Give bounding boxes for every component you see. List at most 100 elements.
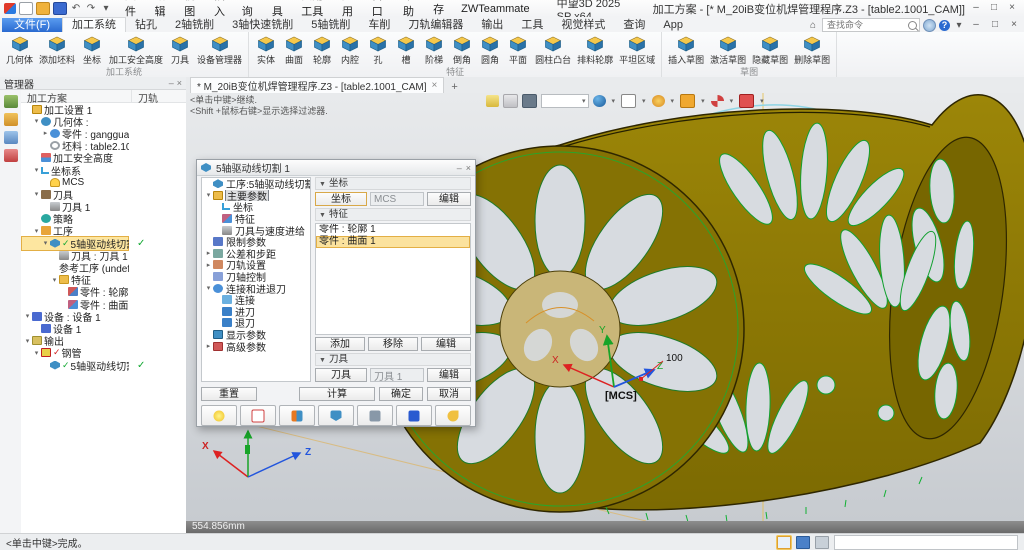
panel-toggle-icon[interactable]: [815, 536, 829, 549]
ribbon-button[interactable]: 添加坯料: [36, 34, 78, 67]
ribbon-button[interactable]: 加工安全高度: [106, 34, 166, 67]
ribbon-tab[interactable]: 查询: [614, 18, 654, 32]
display-mode-icon[interactable]: [796, 536, 810, 549]
ribbon-tab[interactable]: 2轴铣削: [166, 18, 223, 32]
view-dropdown-icon[interactable]: ▾: [640, 97, 648, 105]
ribbon-tab[interactable]: 钻孔: [126, 18, 166, 32]
ribbon-button[interactable]: 轮廓: [308, 34, 336, 67]
ui-toggle-icon[interactable]: [777, 536, 791, 549]
new-file-icon[interactable]: [19, 2, 33, 15]
ribbon-button[interactable]: 阶梯: [420, 34, 448, 67]
shade-dropdown-icon[interactable]: ▾: [610, 97, 618, 105]
dialog-tree-item[interactable]: ▾主要参数: [202, 190, 310, 202]
manager-close-icon[interactable]: ×: [177, 78, 182, 88]
ribbon-button[interactable]: 排料轮廓: [574, 34, 616, 67]
new-document-tab[interactable]: +: [444, 81, 464, 93]
dialog-tree-item[interactable]: 刀具与速度进给: [202, 224, 310, 236]
bulb-icon[interactable]: [201, 405, 237, 426]
ribbon-tab[interactable]: App: [654, 18, 692, 32]
ribbon-tab[interactable]: 3轴快速铣削: [223, 18, 302, 32]
side-tab-role-icon[interactable]: [4, 149, 18, 162]
simulate-icon[interactable]: [357, 405, 393, 426]
expander-icon[interactable]: ▾: [32, 190, 41, 198]
expander-icon[interactable]: ▾: [32, 117, 41, 125]
expander-icon[interactable]: ▸: [204, 249, 213, 257]
ribbon-button[interactable]: 槽: [392, 34, 420, 67]
ribbon-tab[interactable]: 车削: [359, 18, 399, 32]
ribbon-button[interactable]: 平坦区域: [616, 34, 658, 67]
expander-icon[interactable]: ▾: [23, 337, 32, 345]
doc-restore-button[interactable]: □: [987, 19, 1003, 32]
dialog-tree-item[interactable]: 显示参数: [202, 329, 310, 341]
dialog-tree-item[interactable]: 特征: [202, 213, 310, 225]
ribbon-button[interactable]: 隐藏草图: [749, 34, 791, 67]
cancel-button[interactable]: 取消: [427, 387, 471, 401]
clamp-dropdown-icon[interactable]: ▾: [758, 97, 766, 105]
ok-button[interactable]: 确定: [379, 387, 423, 401]
expander-icon[interactable]: ▸: [204, 342, 213, 350]
ribbon-button[interactable]: 设备管理器: [194, 34, 245, 67]
tool-edit-button[interactable]: 编辑: [427, 368, 471, 382]
zoom-window-icon[interactable]: [680, 94, 695, 108]
save-icon[interactable]: [396, 405, 432, 426]
ribbon-tab[interactable]: 视觉样式: [552, 18, 614, 32]
dialog-tree-item[interactable]: 退刀: [202, 317, 310, 329]
reset-button[interactable]: 重置: [201, 387, 257, 401]
edit-feature-button[interactable]: 编辑: [421, 337, 471, 351]
close-button[interactable]: ×: [1004, 2, 1020, 15]
column-header-toolpath[interactable]: 刀轨: [131, 90, 186, 102]
zoom-dropdown-icon[interactable]: ▾: [699, 97, 707, 105]
expander-icon[interactable]: ▾: [23, 312, 32, 320]
verify-icon[interactable]: [318, 405, 354, 426]
expander-icon[interactable]: ▾: [204, 284, 213, 292]
dialog-tree-item[interactable]: 限制参数: [202, 236, 310, 248]
dialog-tree-item[interactable]: ▾连接和进退刀: [202, 282, 310, 294]
ribbon-button[interactable]: 实体: [252, 34, 280, 67]
manager-pin-icon[interactable]: –: [169, 78, 174, 88]
column-header-plan[interactable]: 加工方案: [21, 90, 131, 102]
ribbon-button[interactable]: 坐标: [78, 34, 106, 67]
ribbon-tab[interactable]: 刀轨编辑器: [399, 18, 472, 32]
redo-icon[interactable]: ↷: [85, 3, 97, 14]
shade-mode-icon[interactable]: [593, 95, 606, 107]
help-dropdown-icon[interactable]: ▾: [953, 20, 965, 31]
coord-pick-button[interactable]: 坐标: [315, 192, 367, 206]
expander-icon[interactable]: ▾: [41, 239, 50, 247]
coord-section-header[interactable]: ▼坐标: [315, 177, 471, 190]
3d-viewport[interactable]: X Y Z [MCS] 100 X Y Z <单击中键>继续.<Shift: [186, 93, 1024, 521]
ribbon-button[interactable]: 插入草图: [665, 34, 707, 67]
expander-icon[interactable]: ▾: [32, 349, 41, 357]
dialog-pin-icon[interactable]: –: [457, 163, 462, 173]
calculate-button[interactable]: 计算: [299, 387, 375, 401]
minimize-button[interactable]: –: [968, 2, 984, 15]
ribbon-button[interactable]: 几何体: [3, 34, 36, 67]
coord-edit-button[interactable]: 编辑: [427, 192, 471, 206]
tool-section-header[interactable]: ▼刀具: [315, 353, 471, 366]
ribbon-button[interactable]: 倒角: [448, 34, 476, 67]
ribbon-button[interactable]: 平面: [504, 34, 532, 67]
status-input[interactable]: [834, 535, 1018, 550]
expander-icon[interactable]: ▾: [204, 191, 213, 199]
ribbon-button[interactable]: 曲面: [280, 34, 308, 67]
help-icon[interactable]: ?: [939, 20, 950, 31]
dialog-tree-item[interactable]: 连接: [202, 294, 310, 306]
tree-item[interactable]: ✓5轴驱动线切割 1✓: [21, 359, 186, 371]
dialog-tree-item[interactable]: ▸刀轨设置: [202, 259, 310, 271]
dialog-tree-item[interactable]: 工序:5轴驱动线切割: [202, 178, 310, 190]
tool-pick-button[interactable]: 刀具: [315, 368, 367, 382]
save-file-icon[interactable]: [53, 2, 67, 15]
home-icon[interactable]: ⌂: [807, 20, 819, 31]
document-tab[interactable]: * M_20iB变位机焊管理程序.Z3 - [table2.1001_CAM] …: [190, 77, 444, 93]
tree-item[interactable]: ▾坐标系: [21, 164, 186, 176]
dialog-tree-item[interactable]: ▸公差和步距: [202, 248, 310, 260]
ribbon-button[interactable]: 圆角: [476, 34, 504, 67]
command-search-input[interactable]: [825, 19, 908, 31]
ribbon-tab[interactable]: 工具: [512, 18, 552, 32]
add-feature-button[interactable]: 添加: [315, 337, 365, 351]
ribbon-button[interactable]: 激活草图: [707, 34, 749, 67]
restore-button[interactable]: □: [986, 2, 1002, 15]
ribbon-tab[interactable]: 加工系统: [62, 17, 126, 32]
menu-item[interactable]: ZWTeammate: [455, 3, 535, 15]
doc-minimize-button[interactable]: –: [968, 19, 984, 32]
remove-feature-button[interactable]: 移除: [368, 337, 418, 351]
